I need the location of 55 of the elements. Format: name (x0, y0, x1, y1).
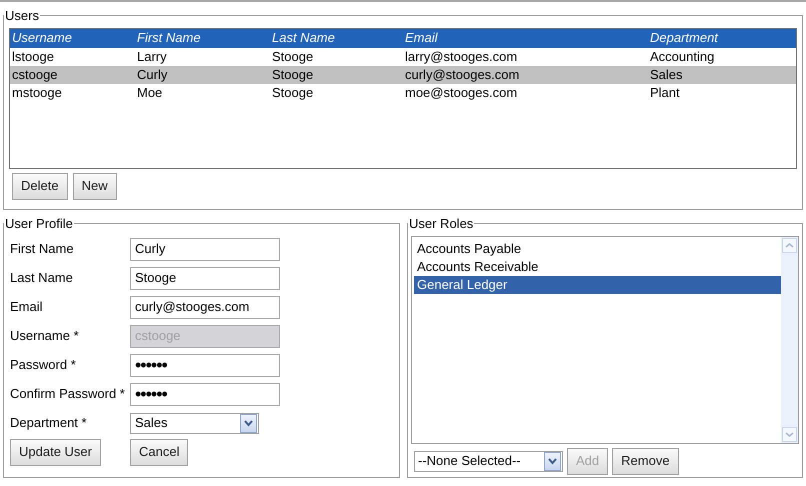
table-cell-text: cstooge (11, 66, 59, 84)
action-button[interactable]: Remove (612, 448, 679, 474)
field-label: First Name (10, 240, 75, 258)
field-label: Email (10, 298, 44, 316)
dropdown-caret-icon[interactable] (240, 414, 257, 432)
scroll-down-icon[interactable] (782, 426, 797, 442)
panel-title: User Roles (408, 215, 474, 233)
column-header[interactable]: Email (403, 28, 648, 48)
field-label: Department * (10, 414, 88, 432)
table-cell-text: mstooge (11, 84, 63, 102)
table-cell-text: Stooge (271, 84, 314, 102)
role-item[interactable]: Accounts Receivable (414, 258, 781, 276)
action-button[interactable]: New (72, 172, 117, 200)
field-label: Confirm Password * (10, 385, 126, 404)
scroll-up-icon[interactable] (782, 238, 797, 252)
column-header[interactable]: Department (648, 28, 796, 48)
panel-title: Users (4, 7, 40, 25)
table-cell-text: Sales (649, 66, 684, 84)
table-cell-text: Stooge (271, 66, 314, 84)
table-cell-text: curly@stooges.com (404, 66, 520, 84)
table-cell-text: Accounting (649, 48, 716, 66)
column-header[interactable]: Last Name (270, 28, 403, 48)
table-row[interactable]: lstooge Larry Stooge larry@stooges.com Accounting (10, 48, 796, 66)
table-row[interactable]: mstooge Moe Stooge moe@stooges.com Plant (10, 84, 796, 102)
dropdown-value: --None Selected-- (418, 452, 521, 470)
column-header[interactable]: First Name (135, 28, 270, 48)
role-item[interactable]: General Ledger (414, 276, 781, 294)
table-cell-text: Moe (136, 84, 164, 102)
table-cell-text: larry@stooges.com (404, 48, 518, 66)
table-cell-text: lstooge (11, 48, 55, 66)
field-label: Password * (10, 356, 77, 374)
action-button[interactable]: Delete (12, 172, 68, 200)
action-button[interactable]: Cancel (130, 438, 188, 466)
dropdown-caret-icon[interactable] (544, 452, 561, 470)
table-cell-text: Larry (136, 48, 168, 66)
scrollbar[interactable] (781, 236, 798, 442)
dropdown-value: Sales (135, 414, 168, 432)
panel-title: User Profile (4, 215, 74, 233)
input-field[interactable]: curly@stooges.com (130, 296, 280, 318)
input-field[interactable]: Curly (130, 238, 280, 260)
action-button[interactable]: Update User (10, 438, 101, 466)
table-cell-text: Plant (649, 84, 681, 102)
input-field[interactable]: •••••• (130, 382, 280, 406)
department-dropdown[interactable]: Sales (130, 412, 259, 434)
field-label: Last Name (10, 269, 74, 288)
input-field[interactable]: •••••• (130, 354, 280, 376)
table-row[interactable]: cstooge Curly Stooge curly@stooges.com Sales (10, 66, 796, 84)
field-label: Username * (10, 327, 80, 346)
column-header[interactable]: Username (10, 28, 135, 48)
table-cell-text: Curly (136, 66, 168, 84)
table-cell-text: moe@stooges.com (404, 84, 518, 102)
role-item[interactable]: Accounts Payable (414, 240, 781, 258)
input-field[interactable]: Stooge (130, 266, 280, 290)
table-cell-text: Stooge (271, 48, 314, 66)
role-dropdown[interactable]: --None Selected-- (414, 450, 563, 472)
